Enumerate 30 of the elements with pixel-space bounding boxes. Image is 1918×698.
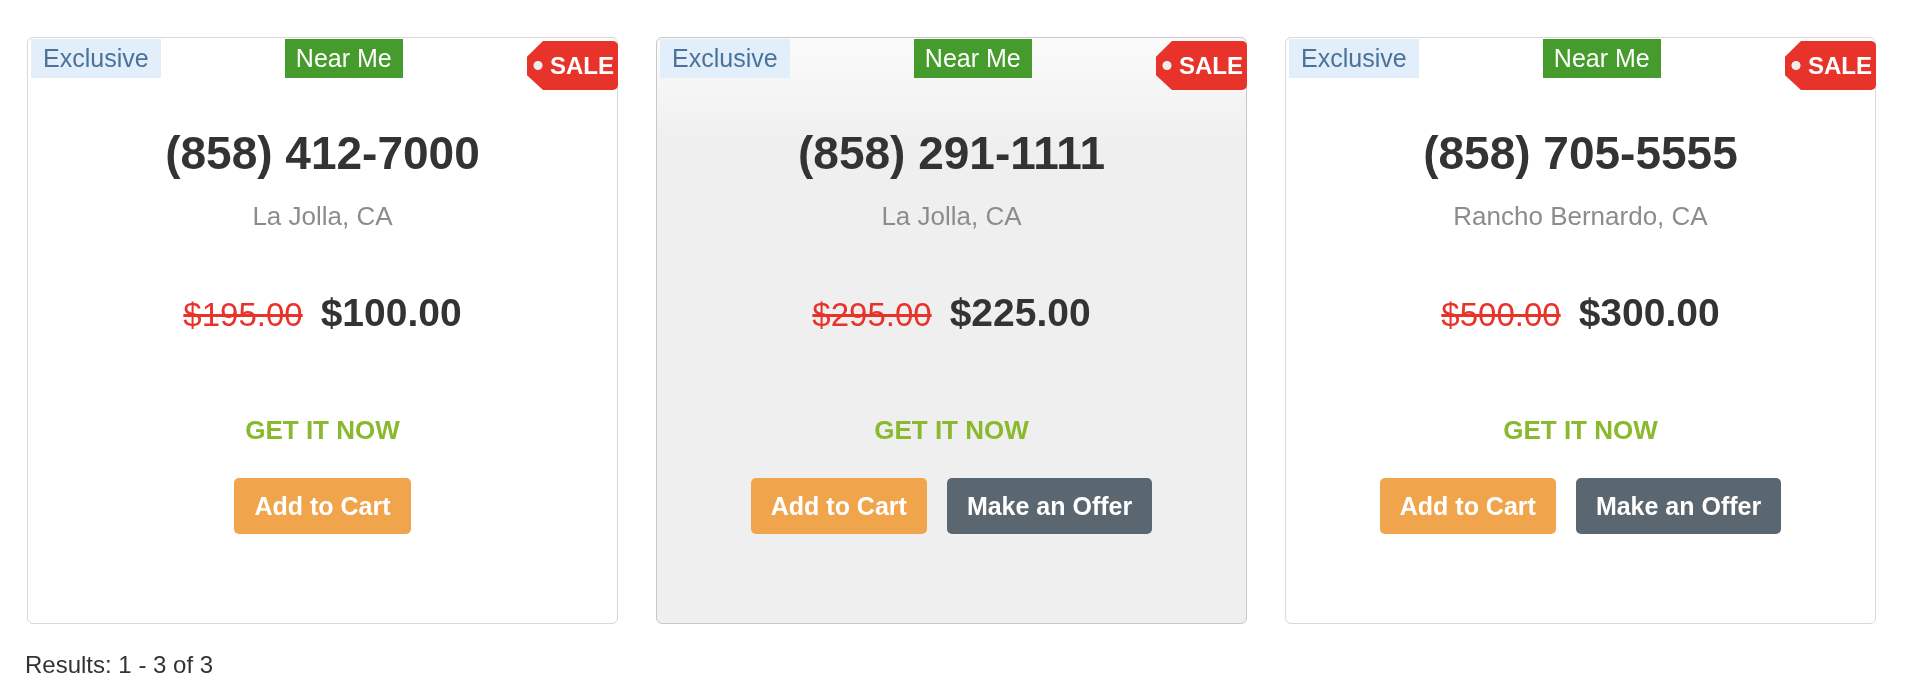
exclusive-badge: Exclusive [1289,39,1419,78]
original-price: $295.00 [812,295,932,335]
sale-price: $100.00 [320,291,462,335]
original-price: $195.00 [183,295,303,335]
add-to-cart-button[interactable]: Add to Cart [750,478,927,534]
near-me-badge: Near Me [913,39,1032,78]
location-text: La Jolla, CA [881,201,1022,231]
sale-tag: SALE [1155,41,1247,90]
location-text: La Jolla, CA [252,201,393,231]
sale-price: $300.00 [1578,291,1720,335]
phone-number: (858) 705-5555 [1423,126,1738,181]
near-me-badge: Near Me [284,39,403,78]
sale-price: $225.00 [949,291,1091,335]
make-offer-button[interactable]: Make an Offer [1575,478,1782,534]
sale-tag: SALE [526,41,618,90]
location-text: Rancho Bernardo, CA [1453,201,1708,231]
sale-tag: SALE [1784,41,1876,90]
add-to-cart-button[interactable]: Add to Cart [234,478,411,534]
phone-number: (858) 412-7000 [165,126,480,181]
make-offer-button[interactable]: Make an Offer [946,478,1153,534]
get-it-now-label: GET IT NOW [874,414,1029,447]
get-it-now-label: GET IT NOW [1503,414,1658,447]
exclusive-badge: Exclusive [660,39,790,78]
add-to-cart-button[interactable]: Add to Cart [1379,478,1556,534]
results-summary: Results: 1 - 3 of 3 [25,650,214,680]
original-price: $500.00 [1441,295,1561,335]
near-me-badge: Near Me [1542,39,1661,78]
get-it-now-label: GET IT NOW [245,414,400,447]
exclusive-badge: Exclusive [31,39,161,78]
phone-number: (858) 291-1111 [798,126,1105,181]
